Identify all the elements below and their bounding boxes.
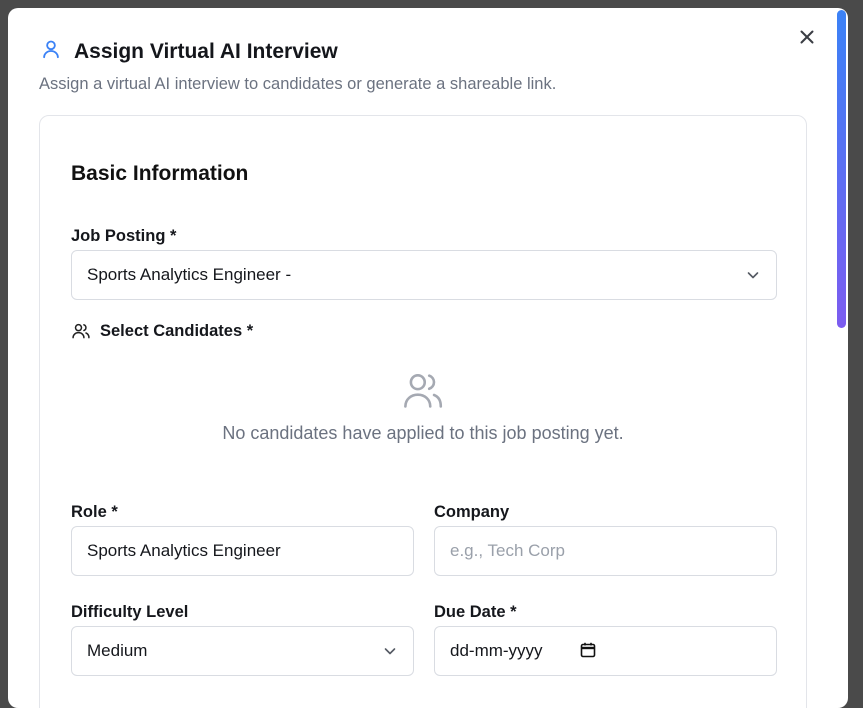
user-icon: [40, 38, 62, 65]
role-input[interactable]: Sports Analytics Engineer: [71, 526, 414, 576]
company-placeholder: e.g., Tech Corp: [450, 541, 565, 560]
difficulty-value: Medium: [87, 641, 148, 660]
due-date-placeholder: dd-mm-yyyy: [450, 641, 543, 660]
company-label: Company: [434, 503, 510, 521]
job-posting-select[interactable]: Sports Analytics Engineer -: [71, 250, 777, 300]
chevron-down-icon: [747, 272, 759, 279]
select-candidates-heading: Select Candidates *: [71, 321, 253, 341]
select-candidates-label: Select Candidates *: [100, 321, 254, 340]
assign-interview-dialog: Assign Virtual AI Interview Assign a vir…: [8, 8, 848, 708]
due-date-input[interactable]: dd-mm-yyyy: [434, 626, 777, 676]
basic-information-card: Basic Information Job Posting * Sports A…: [39, 115, 807, 708]
chevron-down-icon: [384, 648, 396, 655]
section-title: Basic Information: [71, 162, 249, 185]
scrollbar-thumb[interactable]: [837, 10, 846, 328]
users-icon: [71, 321, 91, 341]
scrollbar[interactable]: [836, 8, 846, 708]
role-value: Sports Analytics Engineer: [87, 541, 281, 560]
job-posting-value: Sports Analytics Engineer -: [87, 265, 292, 284]
dialog-subtitle: Assign a virtual AI interview to candida…: [39, 75, 557, 93]
users-icon: [402, 371, 444, 414]
candidates-empty-message: No candidates have applied to this job p…: [222, 423, 624, 443]
job-posting-label: Job Posting *: [71, 227, 177, 245]
due-date-label: Due Date *: [434, 603, 517, 621]
calendar-icon[interactable]: [580, 642, 596, 658]
dialog-title: Assign Virtual AI Interview: [74, 39, 338, 63]
dialog-header: Assign Virtual AI Interview: [40, 38, 338, 65]
difficulty-select[interactable]: Medium: [71, 626, 414, 676]
company-input[interactable]: e.g., Tech Corp: [434, 526, 777, 576]
close-icon: [799, 29, 815, 50]
role-label: Role *: [71, 503, 118, 521]
close-button[interactable]: [796, 28, 818, 50]
difficulty-label: Difficulty Level: [71, 603, 189, 621]
